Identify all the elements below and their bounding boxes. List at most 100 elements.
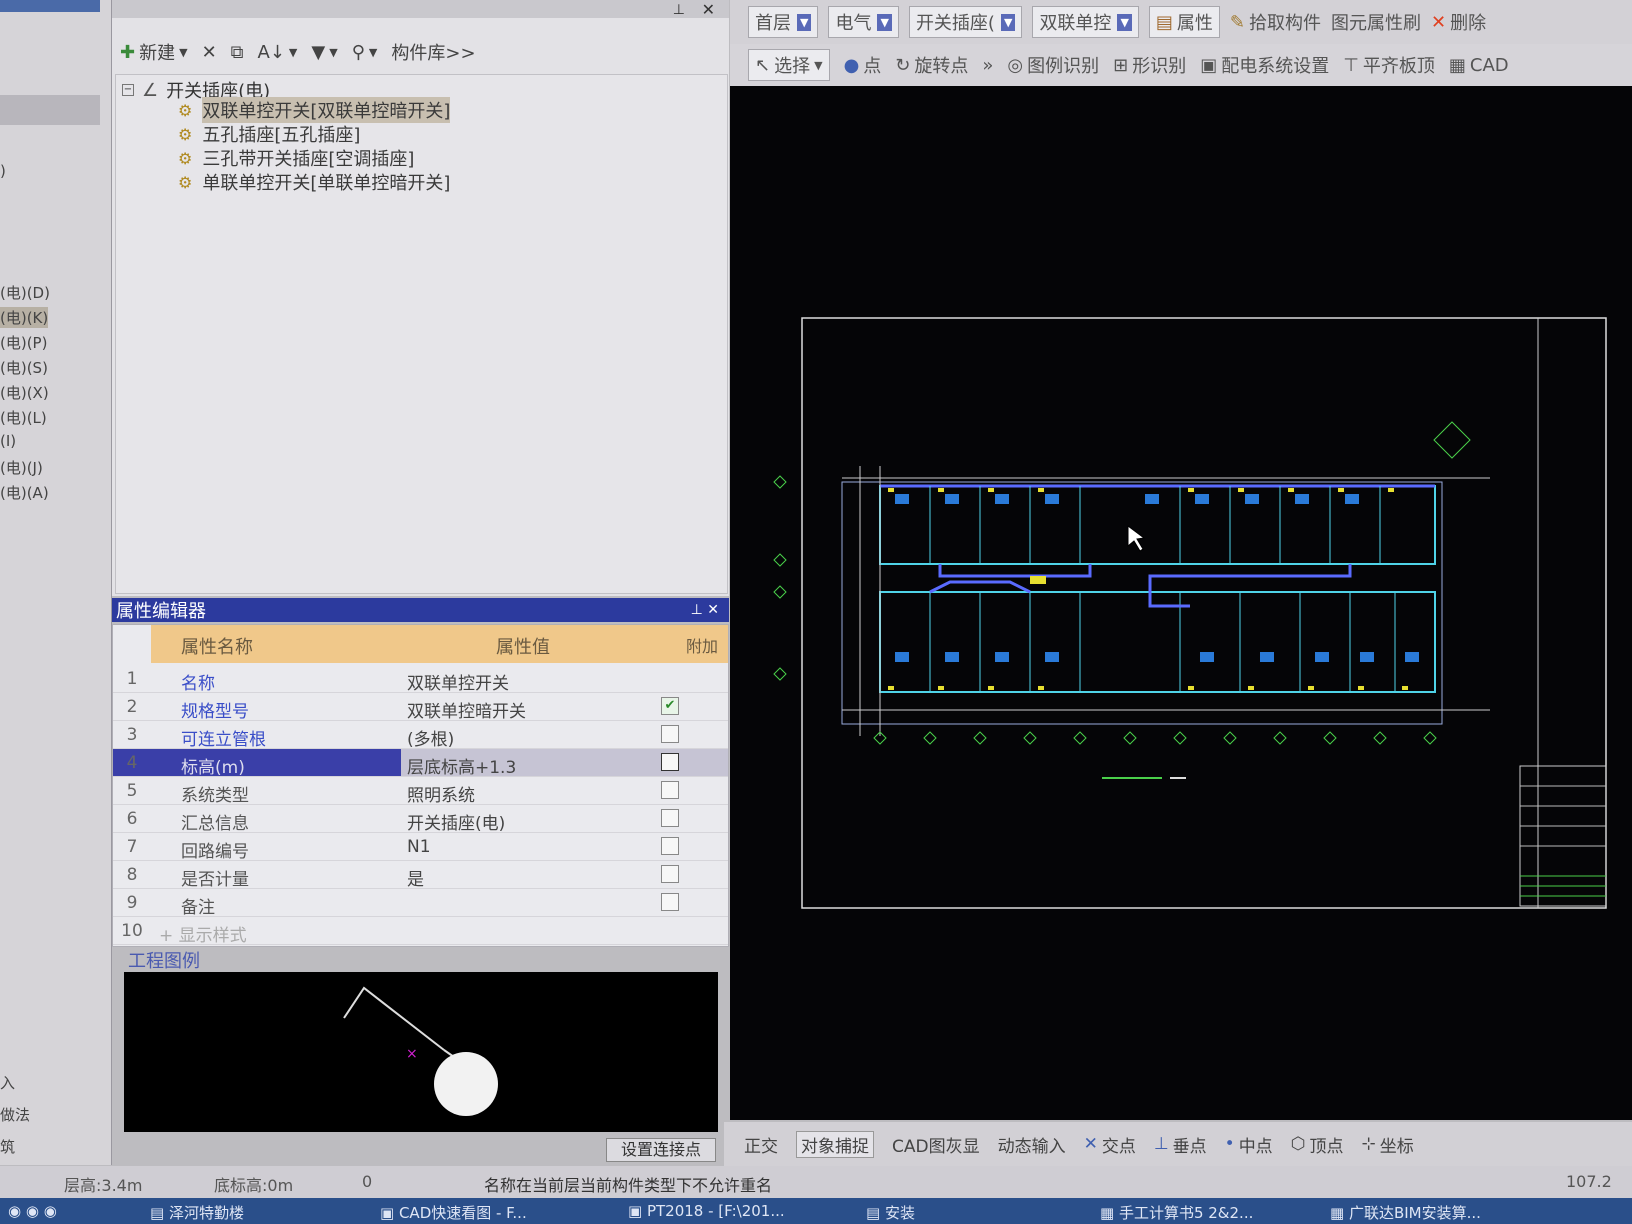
component-select[interactable]: 双联单控 ▼ [1032, 6, 1139, 38]
start-icon[interactable]: ◉ ◉ ◉ [8, 1202, 57, 1220]
left-list-item-selected[interactable]: (电)(K) [0, 307, 49, 328]
legend-recognize-button[interactable]: ◎ 图例识别 [1007, 52, 1099, 78]
property-row[interactable]: 5 系统类型 照明系统 [113, 777, 728, 806]
tree-item[interactable]: ⚙ 五孔插座[五孔插座] [178, 121, 360, 147]
pin-icon[interactable]: ⊥ [673, 2, 685, 18]
left-bottom-item[interactable]: 筑 [0, 1136, 15, 1157]
checkbox[interactable] [661, 865, 679, 883]
shape-recognize-button[interactable]: ⊞ 形识别 [1113, 52, 1186, 78]
left-list-item[interactable]: (I) [0, 432, 16, 450]
find-icon[interactable]: ⚲ ▼ [352, 42, 378, 63]
close-icon[interactable]: ✕ [702, 0, 715, 19]
left-list-item[interactable]: (电)(A) [0, 482, 49, 503]
checkbox[interactable] [661, 893, 679, 911]
ortho-toggle[interactable]: 正交 [744, 1132, 778, 1157]
tree-item[interactable]: ⚙ 单联单控开关[单联单控暗开关] [178, 169, 450, 195]
left-list-item[interactable]: (电)(P) [0, 332, 47, 353]
property-row[interactable]: 1 名称 双联单控开关 [113, 665, 728, 694]
status-message: 名称在当前层当前构件类型下不允许重名 [484, 1176, 773, 1195]
checkbox[interactable] [661, 837, 679, 855]
sort-icon[interactable]: A↓ ▼ [258, 42, 298, 63]
draw-toolbar: ↖ 选择 ▼ ● 点 ↻ 旋转点 » ◎ 图例识别 ⊞ 形识别 ▣ 配电系统设置 ⊤ 平齐板顶 … [730, 44, 1632, 86]
left-bottom-item[interactable]: 做法 [0, 1104, 30, 1125]
taskbar-item[interactable]: ▤ 泽河特勤楼 [150, 1202, 244, 1223]
left-list-item[interactable]: (电)(X) [0, 382, 49, 403]
coordinate-snap[interactable]: ⊹ 坐标 [1362, 1132, 1414, 1157]
chevron-down-icon: ▼ [1000, 13, 1016, 31]
copy-icon[interactable]: ⧉ [231, 42, 244, 63]
left-list-item[interactable]: ) [0, 162, 6, 180]
tree-item-selected[interactable]: ⚙ 双联单控开关[双联单控暗开关] [178, 97, 451, 123]
dynamic-input-toggle[interactable]: 动态输入 [998, 1132, 1066, 1157]
midpoint-icon: • [1224, 1134, 1235, 1154]
left-list-item[interactable]: (电)(J) [0, 457, 43, 478]
collapse-icon[interactable]: − [122, 84, 134, 96]
property-row[interactable]: 10 + 显示样式 [113, 917, 728, 946]
set-connection-point-button[interactable]: 设置连接点 [606, 1138, 716, 1162]
property-row[interactable]: 3 可连立管根 (多根) [113, 721, 728, 750]
cad-gray-toggle[interactable]: CAD图灰显 [892, 1132, 980, 1157]
point-button[interactable]: ● 点 [844, 52, 882, 78]
checkbox[interactable] [661, 781, 679, 799]
coordinate-readout: 107.2 [1566, 1172, 1612, 1191]
intersection-snap[interactable]: ✕ 交点 [1084, 1132, 1136, 1157]
taskbar-item[interactable]: ▦ 手工计算书5 2&2... [1100, 1202, 1253, 1223]
gear-icon: ⚙ [178, 124, 193, 144]
recognize-icon: ◎ [1007, 54, 1024, 76]
left-bottom-item[interactable]: 入 [0, 1072, 15, 1093]
property-row[interactable]: 8 是否计量是 [113, 861, 728, 890]
properties-button[interactable]: ▤ 属性 [1148, 6, 1220, 38]
property-row-selected[interactable]: 4 标高(m) 层底标高+1.3 [113, 749, 728, 778]
distribution-settings-button[interactable]: ▣ 配电系统设置 [1200, 52, 1329, 78]
cad-drawing-canvas[interactable] [730, 86, 1632, 1120]
property-row[interactable]: 9 备注 [113, 889, 728, 918]
taskbar-item[interactable]: ▣ PT2018 - [F:\201... [628, 1202, 785, 1220]
tree-item[interactable]: ⚙ 三孔带开关插座[空调插座] [178, 145, 414, 171]
left-list-item[interactable]: (电)(L) [0, 407, 47, 428]
align-top-button[interactable]: ⊤ 平齐板顶 [1343, 52, 1435, 78]
object-snap-toggle[interactable]: 对象捕捉 [796, 1130, 874, 1158]
pick-component-button[interactable]: ✎ 拾取构件 [1230, 9, 1321, 35]
taskbar-item[interactable]: ▤ 安装 [866, 1202, 915, 1223]
rotate-point-button[interactable]: ↻ 旋转点 [895, 52, 968, 78]
more-icon[interactable]: » [982, 55, 993, 76]
pin-close-icons[interactable]: ⊥ ✕ [691, 602, 729, 618]
category-select[interactable]: 开关插座(▼ [908, 6, 1023, 38]
switch-symbol-icon: × [343, 986, 498, 1116]
point-icon: ● [843, 54, 860, 76]
checkbox[interactable] [661, 809, 679, 827]
delete-button[interactable]: ✕ 删除 [1431, 9, 1486, 35]
property-row[interactable]: 6 汇总信息 开关插座(电) [113, 805, 728, 834]
select-button[interactable]: ↖ 选择 ▼ [748, 49, 830, 81]
filter-icon[interactable]: ▼ ▼ [311, 42, 337, 63]
delete-icon[interactable]: ✕ [202, 42, 217, 63]
component-library-button[interactable]: 构件库>> [391, 39, 475, 65]
component-tree: − ∠ 开关插座(电) ⚙ 双联单控开关[双联单控暗开关] ⚙ 五孔插座[五孔插座]… [115, 74, 728, 594]
property-row[interactable]: 2 规格型号 双联单控暗开关 ✔ [113, 693, 728, 722]
floor-select[interactable]: 首层 ▼ [748, 6, 819, 38]
vertex-snap[interactable]: ⬡ 顶点 [1291, 1132, 1344, 1157]
align-icon: ⊤ [1343, 54, 1359, 76]
checkbox[interactable] [661, 753, 679, 771]
checkbox-checked[interactable]: ✔ [661, 697, 679, 715]
cad-button[interactable]: ▦ CAD [1449, 55, 1509, 76]
discipline-select[interactable]: 电气 ▼ [828, 6, 899, 38]
svg-text:×: × [406, 1046, 418, 1062]
midpoint-snap[interactable]: • 中点 [1225, 1132, 1273, 1157]
folder-icon: ∠ [142, 79, 159, 101]
gear-icon: ⚙ [178, 172, 193, 192]
perpendicular-snap[interactable]: ⊥ 垂点 [1154, 1132, 1207, 1157]
taskbar-item[interactable]: ▣ CAD快速看图 - F... [380, 1202, 527, 1223]
property-brush-button[interactable]: 图元属性刷 [1331, 9, 1421, 35]
left-list-item[interactable]: (电)(S) [0, 357, 48, 378]
left-list-item[interactable]: (电)(D) [0, 282, 50, 303]
panel-icon: ▣ [1200, 54, 1218, 76]
windows-taskbar: ◉ ◉ ◉ ▤ 泽河特勤楼 ▣ CAD快速看图 - F... ▣ PT2018 … [0, 1198, 1632, 1224]
property-table-header: 属性名称 属性值 附加 [151, 625, 728, 663]
tree-toolbar: ✚ 新建 ▼ ✕ ⧉ A↓ ▼ ▼ ▼ ⚲ ▼ 构件库>> [112, 32, 729, 72]
property-row[interactable]: 7 回路编号 N1 [113, 833, 728, 862]
new-button[interactable]: ✚ 新建 ▼ [120, 39, 188, 65]
taskbar-item[interactable]: ▦ 广联达BIM安装算... [1330, 1202, 1481, 1223]
checkbox[interactable] [661, 725, 679, 743]
property-table: 属性名称 属性值 附加 1 名称 双联单控开关 2 规格型号 双联单控暗开关 ✔ 3 可连立… [112, 624, 729, 947]
